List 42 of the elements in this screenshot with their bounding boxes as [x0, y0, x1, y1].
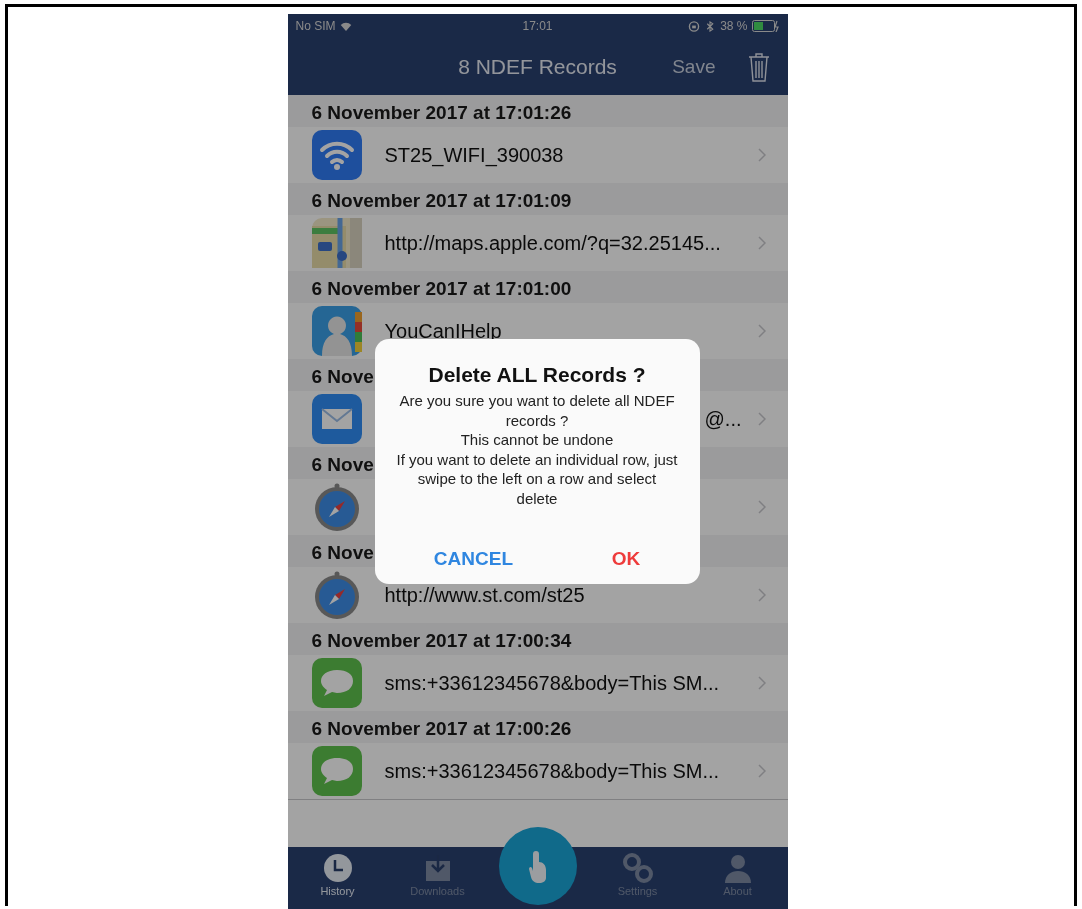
- battery-percent: 38 %: [720, 19, 748, 33]
- wifi-signal-icon: [339, 20, 352, 32]
- messages-app-icon: [311, 746, 362, 796]
- record-row[interactable]: ST25_WIFI_390038: [287, 127, 788, 183]
- dialog-title: Delete ALL Records ?: [428, 363, 646, 387]
- record-value: YouCanIHelp: [384, 319, 502, 343]
- cancel-button[interactable]: CANCEL: [429, 548, 517, 570]
- record-value: http://www.st.com/st25: [384, 583, 585, 607]
- status-time: 17:01: [522, 19, 553, 33]
- save-button[interactable]: Save: [672, 55, 716, 78]
- chevron-icon: [757, 676, 766, 690]
- ok-button[interactable]: OK: [607, 548, 645, 570]
- nav-title: 8 NDEF Records: [458, 54, 617, 79]
- bluetooth-icon: [704, 20, 717, 32]
- mail-app-icon: [311, 394, 362, 444]
- chevron-icon: [757, 500, 766, 514]
- chevron-icon: [757, 148, 766, 162]
- wifi-app-icon: [311, 130, 362, 180]
- record-value: http://maps.apple.com/?q=32.25145...: [384, 231, 721, 255]
- chevron-icon: [757, 324, 766, 338]
- record-row[interactable]: http://maps.apple.com/?q=32.25145...: [287, 215, 788, 271]
- record-row[interactable]: sms:+33612345678&body=This SM...: [287, 655, 788, 711]
- trash-icon[interactable]: [747, 51, 770, 82]
- record-value: sms:+33612345678&body=This SM...: [384, 671, 720, 695]
- carrier-text: No SIM: [295, 19, 336, 33]
- battery-icon: [751, 20, 780, 32]
- record-value: @...: [704, 407, 742, 431]
- messages-app-icon: [311, 658, 362, 708]
- chevron-icon: [757, 588, 766, 602]
- gears-icon: [622, 853, 653, 883]
- map-app-icon: [311, 218, 362, 268]
- chevron-icon: [757, 764, 766, 778]
- clock-icon: [322, 853, 353, 883]
- chevron-icon: [757, 412, 766, 426]
- chevron-icon: [757, 236, 766, 250]
- record-value: sms:+33612345678&body=This SM...: [384, 759, 720, 783]
- contacts-app-icon: [311, 306, 362, 356]
- tab-bar-item[interactable]: History: [292, 847, 383, 897]
- lock-rotation-icon: [688, 20, 701, 32]
- person-icon: [722, 853, 753, 883]
- record-value: ST25_WIFI_390038: [384, 143, 564, 167]
- finger-tap-icon: [527, 849, 548, 883]
